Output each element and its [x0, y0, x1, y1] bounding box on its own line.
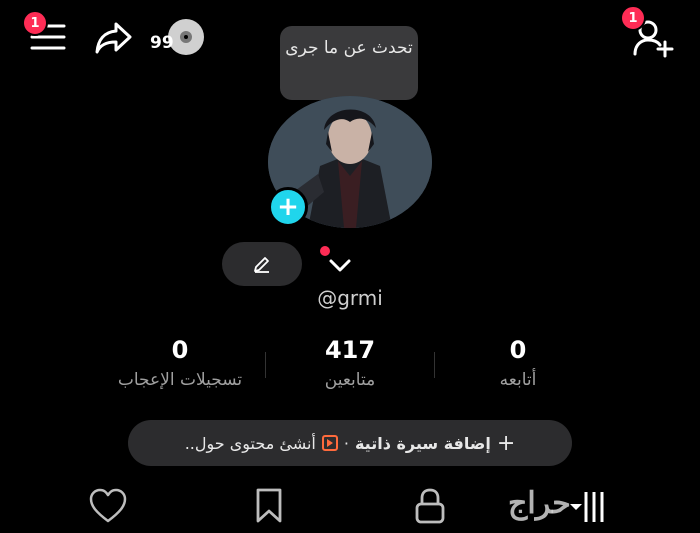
- bookmark-icon: [256, 488, 282, 523]
- followers-label: متابعين: [324, 370, 376, 390]
- videos-tab[interactable]: [566, 490, 616, 524]
- liked-tab[interactable]: [88, 488, 128, 524]
- play-video-icon: [321, 435, 338, 451]
- share-button[interactable]: [94, 20, 134, 56]
- add-avatar-button[interactable]: +: [268, 187, 308, 227]
- status-tooltip: تحدث عن ما جرى: [280, 26, 418, 100]
- stats-divider: [434, 352, 435, 378]
- following-label: أتابعه: [499, 370, 537, 390]
- profile-dropdown-button[interactable]: [318, 244, 358, 278]
- stats-divider: [265, 352, 266, 378]
- friends-notification-badge: 1: [620, 5, 646, 31]
- following-count: 0: [509, 336, 527, 364]
- edit-profile-button[interactable]: [222, 242, 302, 286]
- bio-separator: ·: [343, 433, 349, 453]
- likes-label: تسجيلات الإعجاب: [117, 370, 243, 390]
- watermark: حراج: [508, 486, 571, 521]
- add-bio-link[interactable]: إضافة سيرة ذاتية: [355, 434, 491, 453]
- share-count: 99: [150, 33, 174, 53]
- likes-count: 0: [171, 336, 189, 364]
- tooltip-text: تحدث عن ما جرى: [285, 38, 413, 58]
- favorites-tab[interactable]: [255, 488, 283, 524]
- lock-icon: [415, 488, 445, 524]
- video-grid-icon: [570, 492, 604, 522]
- menu-notification-badge: 1: [22, 10, 48, 36]
- followers-count: 417: [324, 336, 376, 364]
- share-arrow-icon: [95, 22, 132, 54]
- dropdown-dot-indicator: [320, 246, 330, 256]
- music-disc-button[interactable]: 99: [148, 16, 206, 58]
- heart-icon: [89, 488, 127, 523]
- pencil-icon: [254, 257, 269, 273]
- create-content-link[interactable]: أنشئ محتوى حول..: [185, 434, 316, 453]
- username: @grmi: [317, 286, 383, 310]
- add-bio-plus-icon: +: [496, 430, 516, 456]
- chevron-down-icon: [329, 259, 351, 272]
- plus-icon: +: [277, 192, 299, 222]
- add-bio-bar[interactable]: أنشئ محتوى حول.. · إضافة سيرة ذاتية +: [128, 420, 572, 466]
- private-tab[interactable]: [414, 488, 446, 524]
